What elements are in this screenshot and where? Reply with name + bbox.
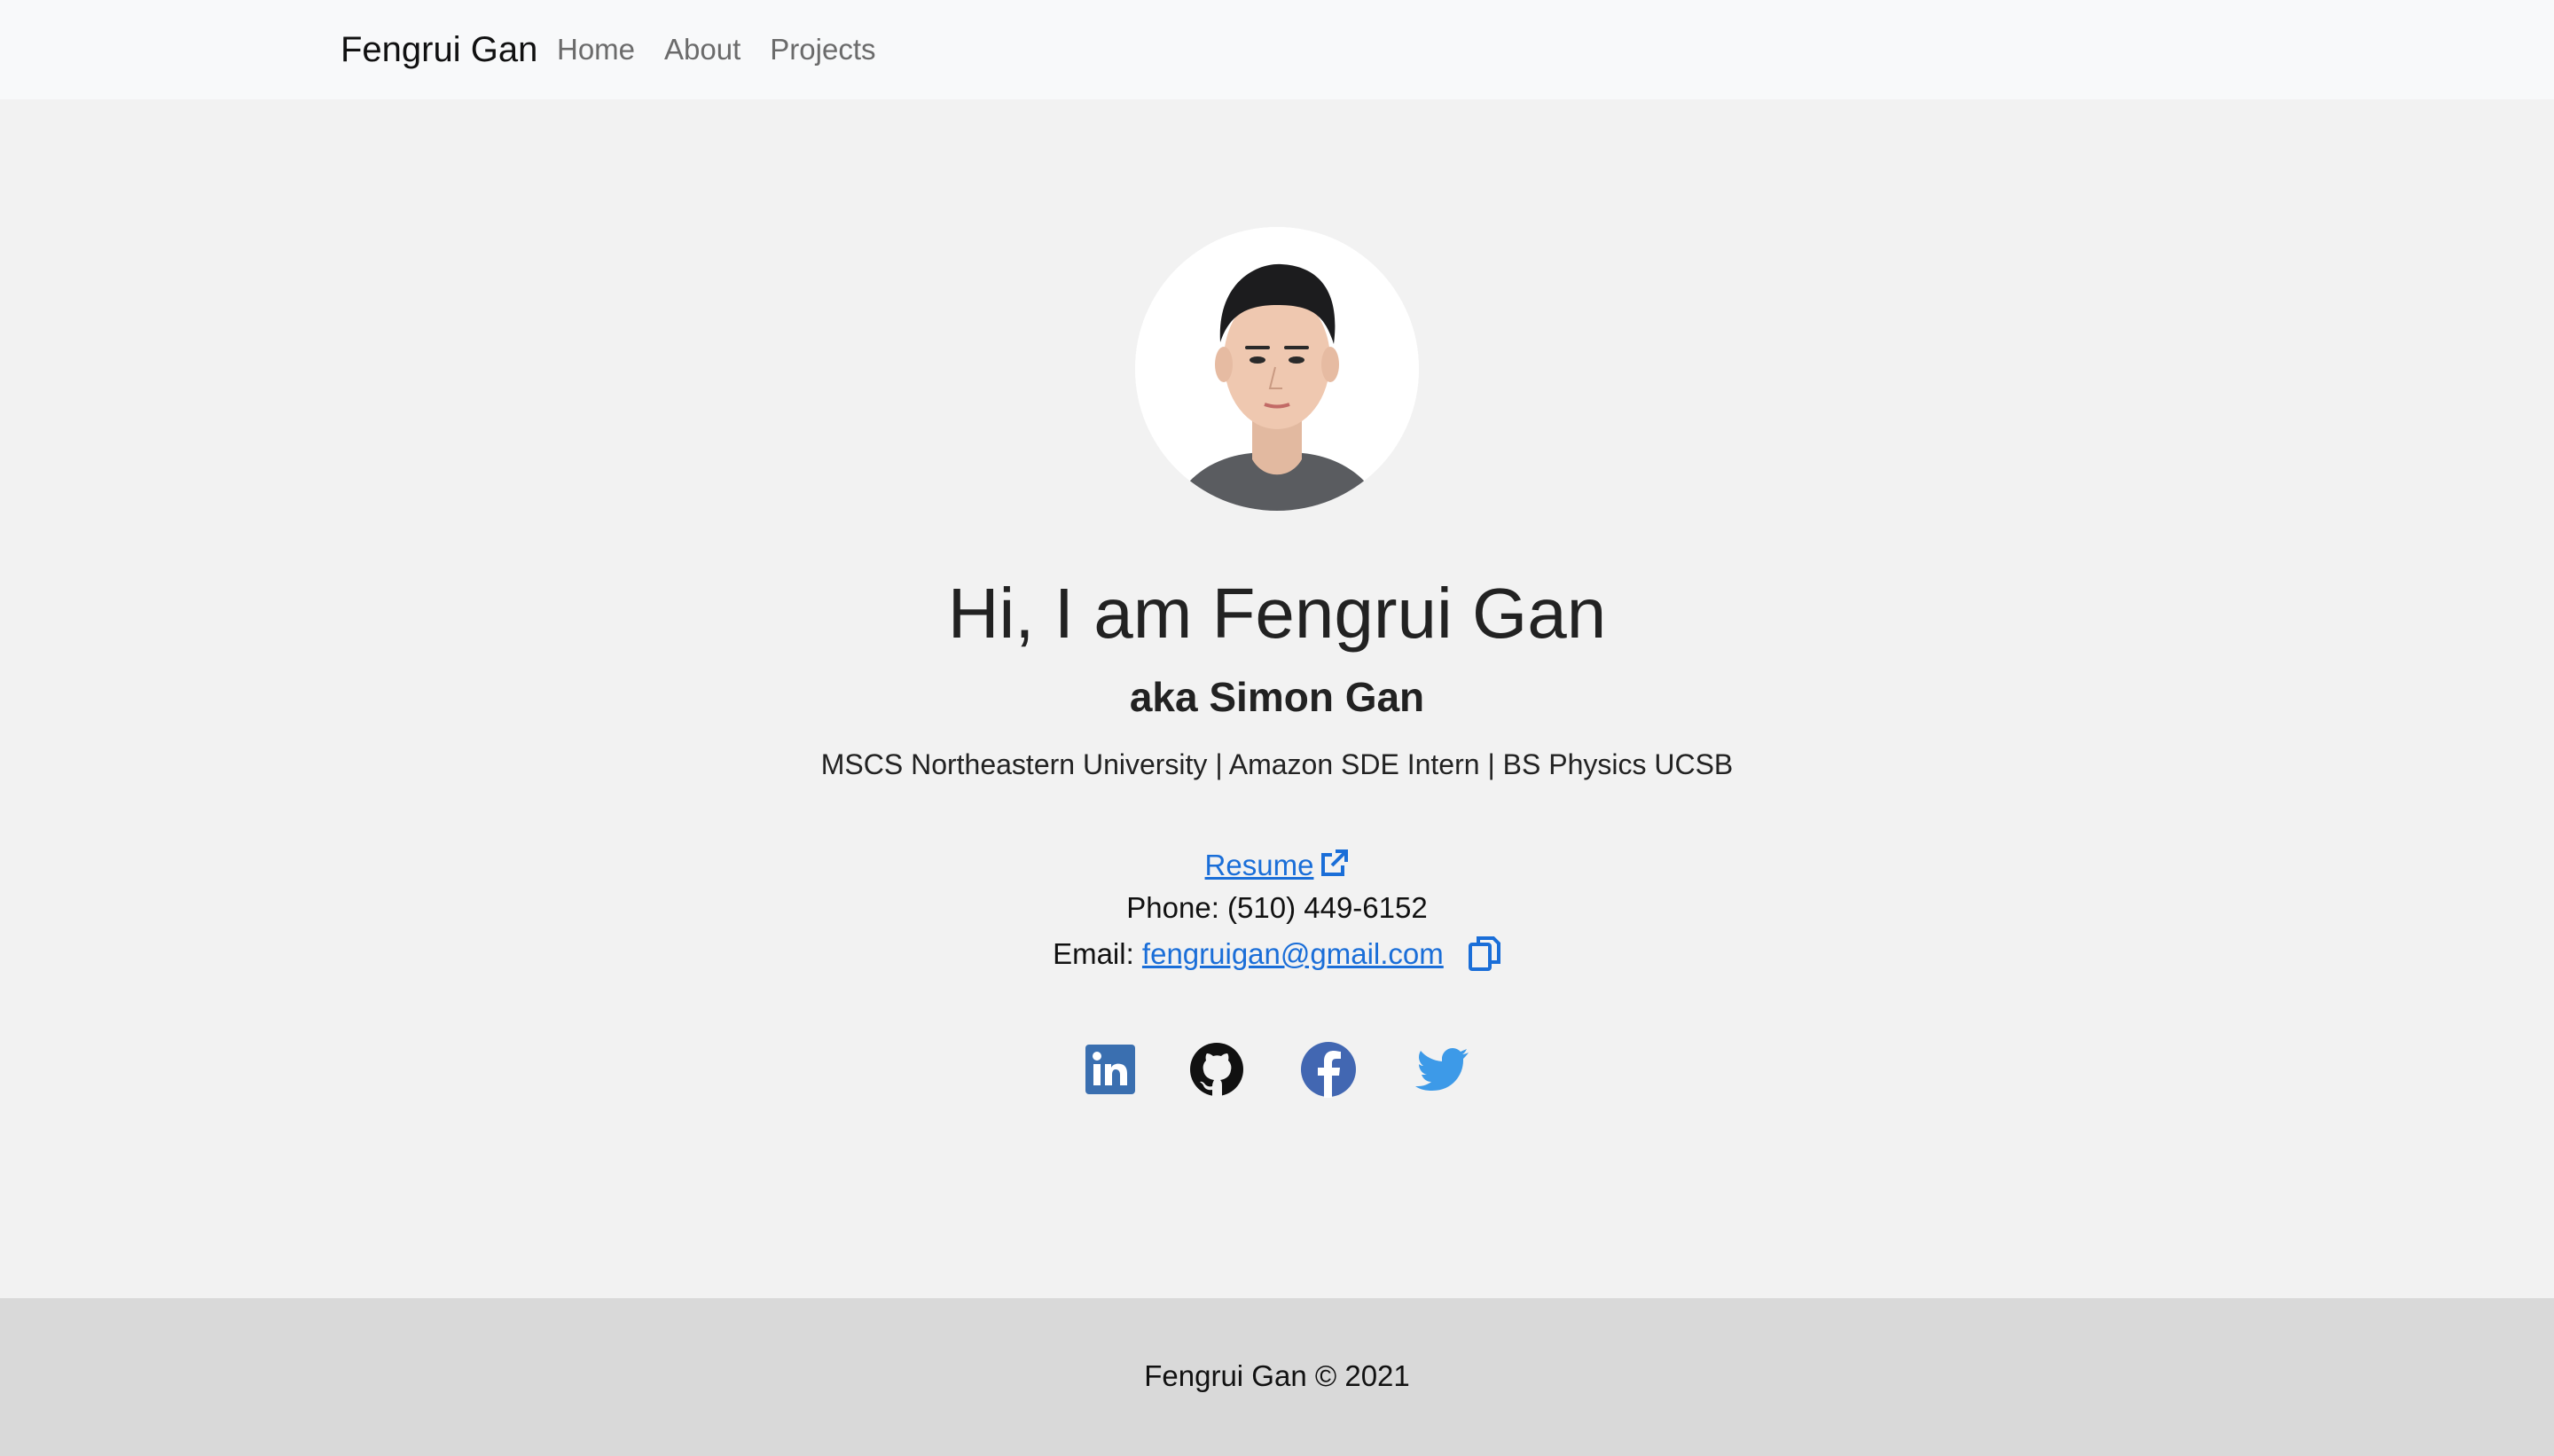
resume-link[interactable]: Resume <box>1205 849 1350 881</box>
facebook-icon <box>1301 1042 1356 1098</box>
twitter-link[interactable] <box>1414 1041 1470 1098</box>
page-title: Hi, I am Fengrui Gan <box>947 574 1607 653</box>
avatar-photo <box>1135 227 1419 511</box>
github-icon <box>1190 1043 1243 1096</box>
nav-link-home[interactable]: Home <box>557 33 635 67</box>
twitter-icon <box>1415 1048 1469 1091</box>
footer-copyright: Fengrui Gan © 2021 <box>1144 1359 1410 1392</box>
resume-row: Resume <box>0 844 2554 887</box>
nav-link-about[interactable]: About <box>664 33 740 67</box>
linkedin-icon <box>1085 1045 1135 1094</box>
navbar-brand[interactable]: Fengrui Gan <box>341 0 537 99</box>
external-link-icon <box>1319 848 1349 878</box>
email-link[interactable]: fengruigan@gmail.com <box>1142 937 1444 970</box>
main-content: Hi, I am Fengrui Gan aka Simon Gan MSCS … <box>0 99 2554 1298</box>
social-links <box>1078 1041 1486 1100</box>
navbar: Fengrui Gan Home About Projects <box>0 0 2554 99</box>
phone-label: Phone: <box>1126 891 1219 924</box>
facebook-link[interactable] <box>1300 1041 1357 1098</box>
avatar <box>1135 227 1419 511</box>
linkedin-link[interactable] <box>1082 1041 1139 1098</box>
hero-description: MSCS Northeastern University | Amazon SD… <box>820 748 1734 780</box>
nav-link-projects[interactable]: Projects <box>770 33 875 67</box>
copy-icon[interactable] <box>1468 935 1501 971</box>
email-row: Email: fengruigan@gmail.com <box>0 933 2554 975</box>
github-link[interactable] <box>1188 1041 1245 1098</box>
page-subtitle: aka Simon Gan <box>1129 674 1425 720</box>
phone-row: Phone: (510) 449-6152 <box>0 887 2554 929</box>
email-label: Email: <box>1053 937 1134 970</box>
phone-value: (510) 449-6152 <box>1227 891 1428 924</box>
footer: Fengrui Gan © 2021 <box>0 1298 2554 1456</box>
resume-label: Resume <box>1204 849 1314 881</box>
nav-links: Home About Projects <box>557 0 905 99</box>
